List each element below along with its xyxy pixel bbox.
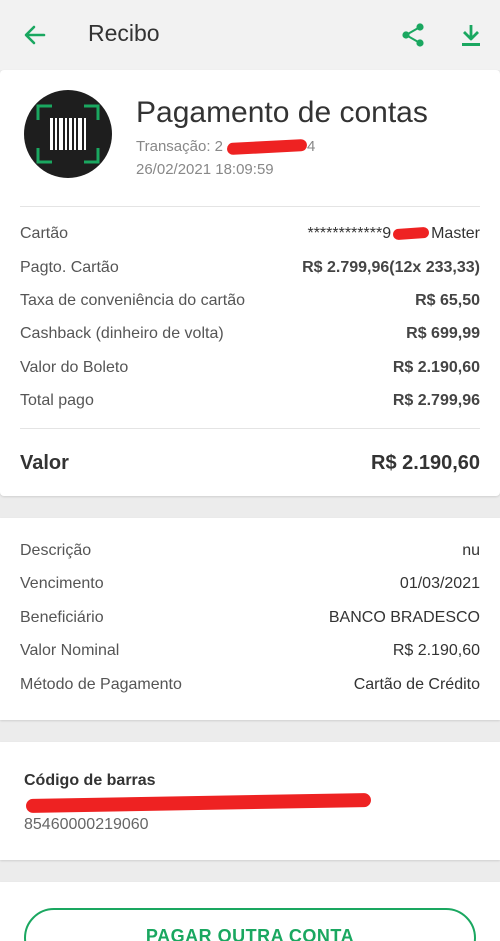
detail-label: Cashback (dinheiro de volta) xyxy=(20,325,224,342)
detail-label: Pagto. Cartão xyxy=(20,259,119,276)
app-bar: Recibo xyxy=(0,0,500,70)
detail-value: ************9 Master xyxy=(307,225,480,243)
payment-summary-card: Pagamento de contas Transação: 2 4 26/02/… xyxy=(0,70,500,496)
detail-label: Total pago xyxy=(20,392,94,409)
detail-value: R$ 2.190,60 xyxy=(392,359,480,376)
download-icon[interactable] xyxy=(458,22,484,48)
detail-row-bill-value: Valor do Boleto R$ 2.190,60 xyxy=(20,359,480,383)
barcode-label: Código de barras xyxy=(24,772,156,789)
detail-row-fee: Taxa de conveniência do cartão R$ 65,50 xyxy=(20,292,480,316)
pay-another-bill-label: PAGAR OUTRA CONTA xyxy=(145,926,355,941)
actions-card: PAGAR OUTRA CONTA xyxy=(0,882,500,941)
detail-label: Valor do Boleto xyxy=(20,359,129,376)
pay-another-bill-button[interactable]: PAGAR OUTRA CONTA xyxy=(24,908,476,941)
back-arrow-icon[interactable] xyxy=(22,22,48,48)
detail-value: R$ 2.799,96 xyxy=(392,392,480,409)
transaction-suffix: 4 xyxy=(307,138,316,155)
detail-value: BANCO BRADESCO xyxy=(328,609,480,626)
total-row: Valor R$ 2.190,60 xyxy=(20,452,480,482)
total-value: R$ 2.190,60 xyxy=(371,452,480,474)
detail-value: R$ 699,99 xyxy=(406,325,480,342)
receipt-heading: Pagamento de contas xyxy=(136,96,428,129)
transaction-label: Transação: 2 xyxy=(136,138,223,155)
detail-value: Cartão de Crédito xyxy=(353,676,480,693)
detail-value: 01/03/2021 xyxy=(399,575,480,592)
detail-label: Beneficiário xyxy=(20,609,104,626)
detail-label: Vencimento xyxy=(20,575,104,592)
total-label: Valor xyxy=(20,452,69,474)
detail-label: Cartão xyxy=(20,225,69,242)
detail-row-card-payment: Pagto. Cartão R$ 2.799,96(12x 233,33) xyxy=(20,259,480,283)
detail-row-description: Descrição nu xyxy=(20,542,480,566)
page-title: Recibo xyxy=(88,20,160,46)
detail-value: R$ 2.190,60 xyxy=(392,642,480,659)
detail-row-total-paid: Total pago R$ 2.799,96 xyxy=(20,392,480,416)
detail-row-cashback: Cashback (dinheiro de volta) R$ 699,99 xyxy=(20,325,480,349)
detail-label: Taxa de conveniência do cartão xyxy=(20,292,246,309)
divider xyxy=(20,428,480,429)
detail-row-due-date: Vencimento 01/03/2021 xyxy=(20,575,480,599)
detail-row-beneficiary: Beneficiário BANCO BRADESCO xyxy=(20,609,480,633)
detail-row-payment-method: Método de Pagamento Cartão de Crédito xyxy=(20,676,480,700)
redaction-mark xyxy=(25,792,372,814)
bill-details-card: Descrição nu Vencimento 01/03/2021 Benef… xyxy=(0,518,500,720)
divider xyxy=(20,206,480,207)
barcode-number[interactable]: 85460000219060 xyxy=(24,816,149,834)
detail-label: Método de Pagamento xyxy=(20,676,182,693)
barcode-scan-icon xyxy=(24,90,112,178)
transaction-date: 26/02/2021 18:09:59 xyxy=(136,161,274,178)
detail-label: Descrição xyxy=(20,542,92,559)
card-number-mask: ************9 xyxy=(307,225,392,242)
detail-value: nu xyxy=(462,542,480,559)
detail-label: Valor Nominal xyxy=(20,642,120,659)
detail-value: R$ 65,50 xyxy=(415,292,480,309)
redaction-mark xyxy=(392,227,430,241)
detail-value: R$ 2.799,96(12x 233,33) xyxy=(302,259,480,276)
redaction-mark xyxy=(226,138,308,156)
transaction-id: Transação: 2 4 xyxy=(136,138,316,156)
detail-row-nominal-value: Valor Nominal R$ 2.190,60 xyxy=(20,642,480,666)
detail-row-card: Cartão ************9 Master xyxy=(20,225,480,249)
card-brand: Master xyxy=(431,225,480,242)
share-icon[interactable] xyxy=(400,22,426,48)
barcode-card: Código de barras 85460000219060 xyxy=(0,742,500,860)
